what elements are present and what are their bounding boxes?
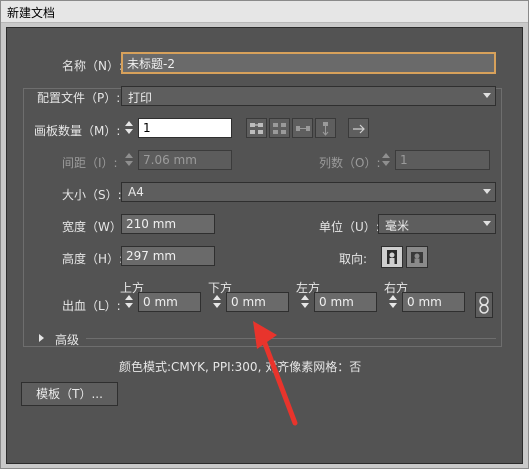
columns-label: 列数（O）: xyxy=(319,156,381,170)
layout-direction-button[interactable] xyxy=(348,118,369,138)
name-input[interactable]: 未标题-2 xyxy=(121,52,496,74)
chevron-down-icon xyxy=(483,93,491,98)
arrange-by-column-button[interactable] xyxy=(315,118,336,138)
arrow-down-icon xyxy=(382,161,390,166)
units-select-value: 毫米 xyxy=(385,219,410,233)
bleed-label: 出血（L）: xyxy=(62,299,121,313)
portrait-button[interactable] xyxy=(381,246,403,268)
chevron-down-icon xyxy=(483,221,491,226)
units-select[interactable]: 毫米 xyxy=(378,214,496,234)
size-label: 大小（S）: xyxy=(62,188,122,202)
spacing-input[interactable]: 7.06 mm xyxy=(138,150,232,170)
arrange-by-row-button[interactable] xyxy=(292,118,313,138)
advanced-label: 高级 xyxy=(55,333,80,347)
arrow-up-icon xyxy=(125,121,133,126)
arrow-down-icon xyxy=(125,303,133,308)
arrange-by-row-icon xyxy=(296,126,310,131)
arrow-down-icon xyxy=(125,161,133,166)
chain-link-icon xyxy=(479,296,489,314)
grid-by-column-icon xyxy=(273,123,286,134)
arrow-up-icon xyxy=(301,295,309,300)
profile-select-value: 打印 xyxy=(128,91,153,105)
title-bar: 新建文档 xyxy=(1,1,528,23)
link-bleed-button[interactable] xyxy=(475,292,493,318)
arrow-up-icon xyxy=(125,295,133,300)
arrow-right-icon xyxy=(353,124,365,134)
arrow-down-icon xyxy=(213,303,221,308)
bleed-right-stepper[interactable] xyxy=(386,292,400,312)
grid-by-row-button[interactable] xyxy=(246,118,267,138)
templates-button[interactable]: 模板（T）... xyxy=(21,382,118,406)
profile-label: 配置文件（P）: xyxy=(34,89,124,106)
columns-stepper[interactable] xyxy=(379,150,393,170)
arrow-up-icon xyxy=(389,295,397,300)
landscape-icon xyxy=(411,252,423,263)
height-input[interactable]: 297 mm xyxy=(121,246,215,266)
arrow-down-icon xyxy=(389,303,397,308)
bleed-top-input[interactable]: 0 mm xyxy=(138,292,201,312)
bleed-left-stepper[interactable] xyxy=(298,292,312,312)
window-title: 新建文档 xyxy=(7,6,56,20)
arrow-up-icon xyxy=(382,153,390,158)
grid-by-column-button[interactable] xyxy=(269,118,290,138)
bleed-bottom-stepper[interactable] xyxy=(210,292,224,312)
units-label: 单位（U）: xyxy=(319,220,380,234)
spacing-stepper[interactable] xyxy=(122,150,136,170)
bleed-bottom-input[interactable]: 0 mm xyxy=(226,292,289,312)
bleed-right-input[interactable]: 0 mm xyxy=(402,292,465,312)
new-document-dialog: 新建文档 名称（N）: 未标题-2 配置文件（P）: 打印 画板数量（M）: 1… xyxy=(0,0,529,469)
size-select[interactable]: A4 xyxy=(121,182,496,202)
triangle-right-icon xyxy=(39,334,44,342)
advanced-summary: 颜色模式:CMYK, PPI:300, 对齐像素网格：否 xyxy=(119,360,362,374)
columns-input[interactable]: 1 xyxy=(395,150,490,170)
portrait-icon xyxy=(387,250,397,264)
annotation-arrow-icon xyxy=(253,321,298,426)
name-label: 名称（N）: xyxy=(62,59,124,73)
arrow-down-icon xyxy=(301,303,309,308)
landscape-button[interactable] xyxy=(406,246,428,268)
bleed-top-stepper[interactable] xyxy=(122,292,136,312)
width-input[interactable]: 210 mm xyxy=(121,214,215,234)
profile-select[interactable]: 打印 xyxy=(121,86,496,106)
arrow-down-icon xyxy=(125,129,133,134)
height-label: 高度（H）: xyxy=(62,252,124,266)
orientation-label: 取向: xyxy=(339,252,368,266)
width-label: 宽度（W）: xyxy=(62,220,126,234)
artboards-stepper[interactable] xyxy=(122,118,136,138)
size-select-value: A4 xyxy=(128,185,144,199)
arrow-up-icon xyxy=(213,295,221,300)
bleed-left-input[interactable]: 0 mm xyxy=(314,292,377,312)
arrow-up-icon xyxy=(125,153,133,158)
chevron-down-icon xyxy=(483,189,491,194)
spacing-label: 间距（I）: xyxy=(62,156,118,170)
artboards-label: 画板数量（M）: xyxy=(34,124,121,138)
artboards-input[interactable]: 1 xyxy=(138,118,232,138)
grid-by-row-icon xyxy=(250,123,263,134)
arrange-by-column-icon xyxy=(322,122,329,136)
